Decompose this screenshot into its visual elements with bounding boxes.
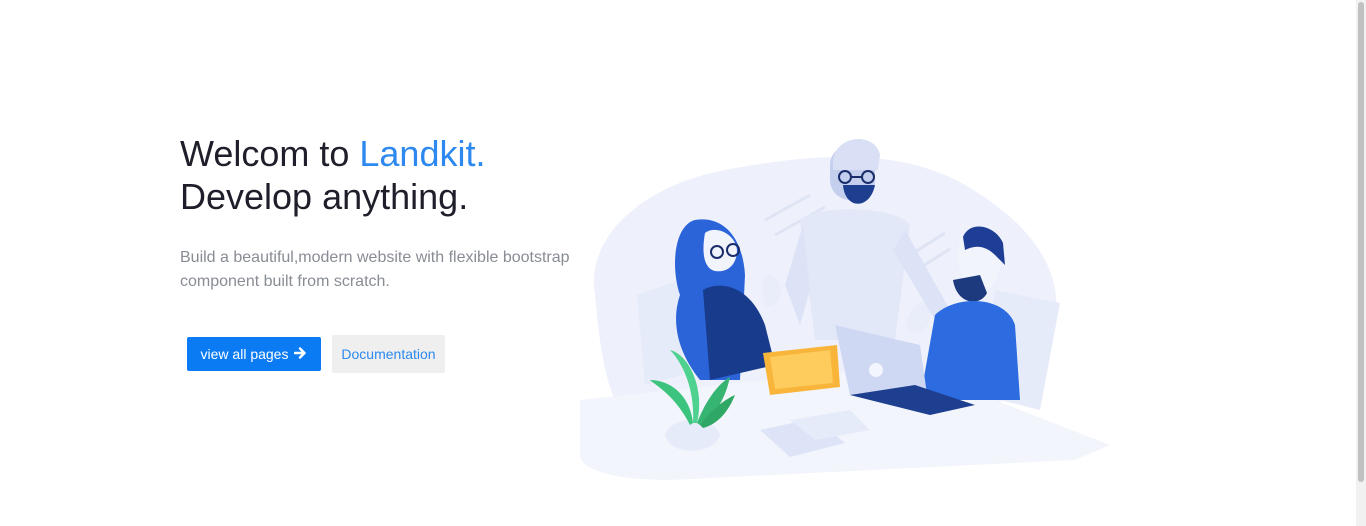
hero-title-line2: Develop anything. bbox=[180, 176, 469, 217]
hero-subtitle: Build a beautiful,modern website with fl… bbox=[180, 249, 570, 290]
hero-title-prefix: Welcom to bbox=[180, 133, 360, 174]
vertical-scrollbar[interactable] bbox=[1356, 0, 1366, 526]
hero-title: Welcom to Landkit. Develop anything. bbox=[180, 132, 485, 218]
hero-title-accent: Landkit. bbox=[359, 133, 486, 174]
scrollbar-thumb[interactable] bbox=[1358, 2, 1364, 482]
documentation-label: Documentation bbox=[341, 346, 436, 362]
view-all-pages-button[interactable]: view all pages bbox=[187, 337, 321, 371]
arrow-right-icon bbox=[294, 346, 307, 362]
team-meeting-illustration bbox=[575, 125, 1115, 495]
documentation-button[interactable]: Documentation bbox=[332, 335, 445, 373]
view-all-pages-label: view all pages bbox=[200, 346, 289, 362]
